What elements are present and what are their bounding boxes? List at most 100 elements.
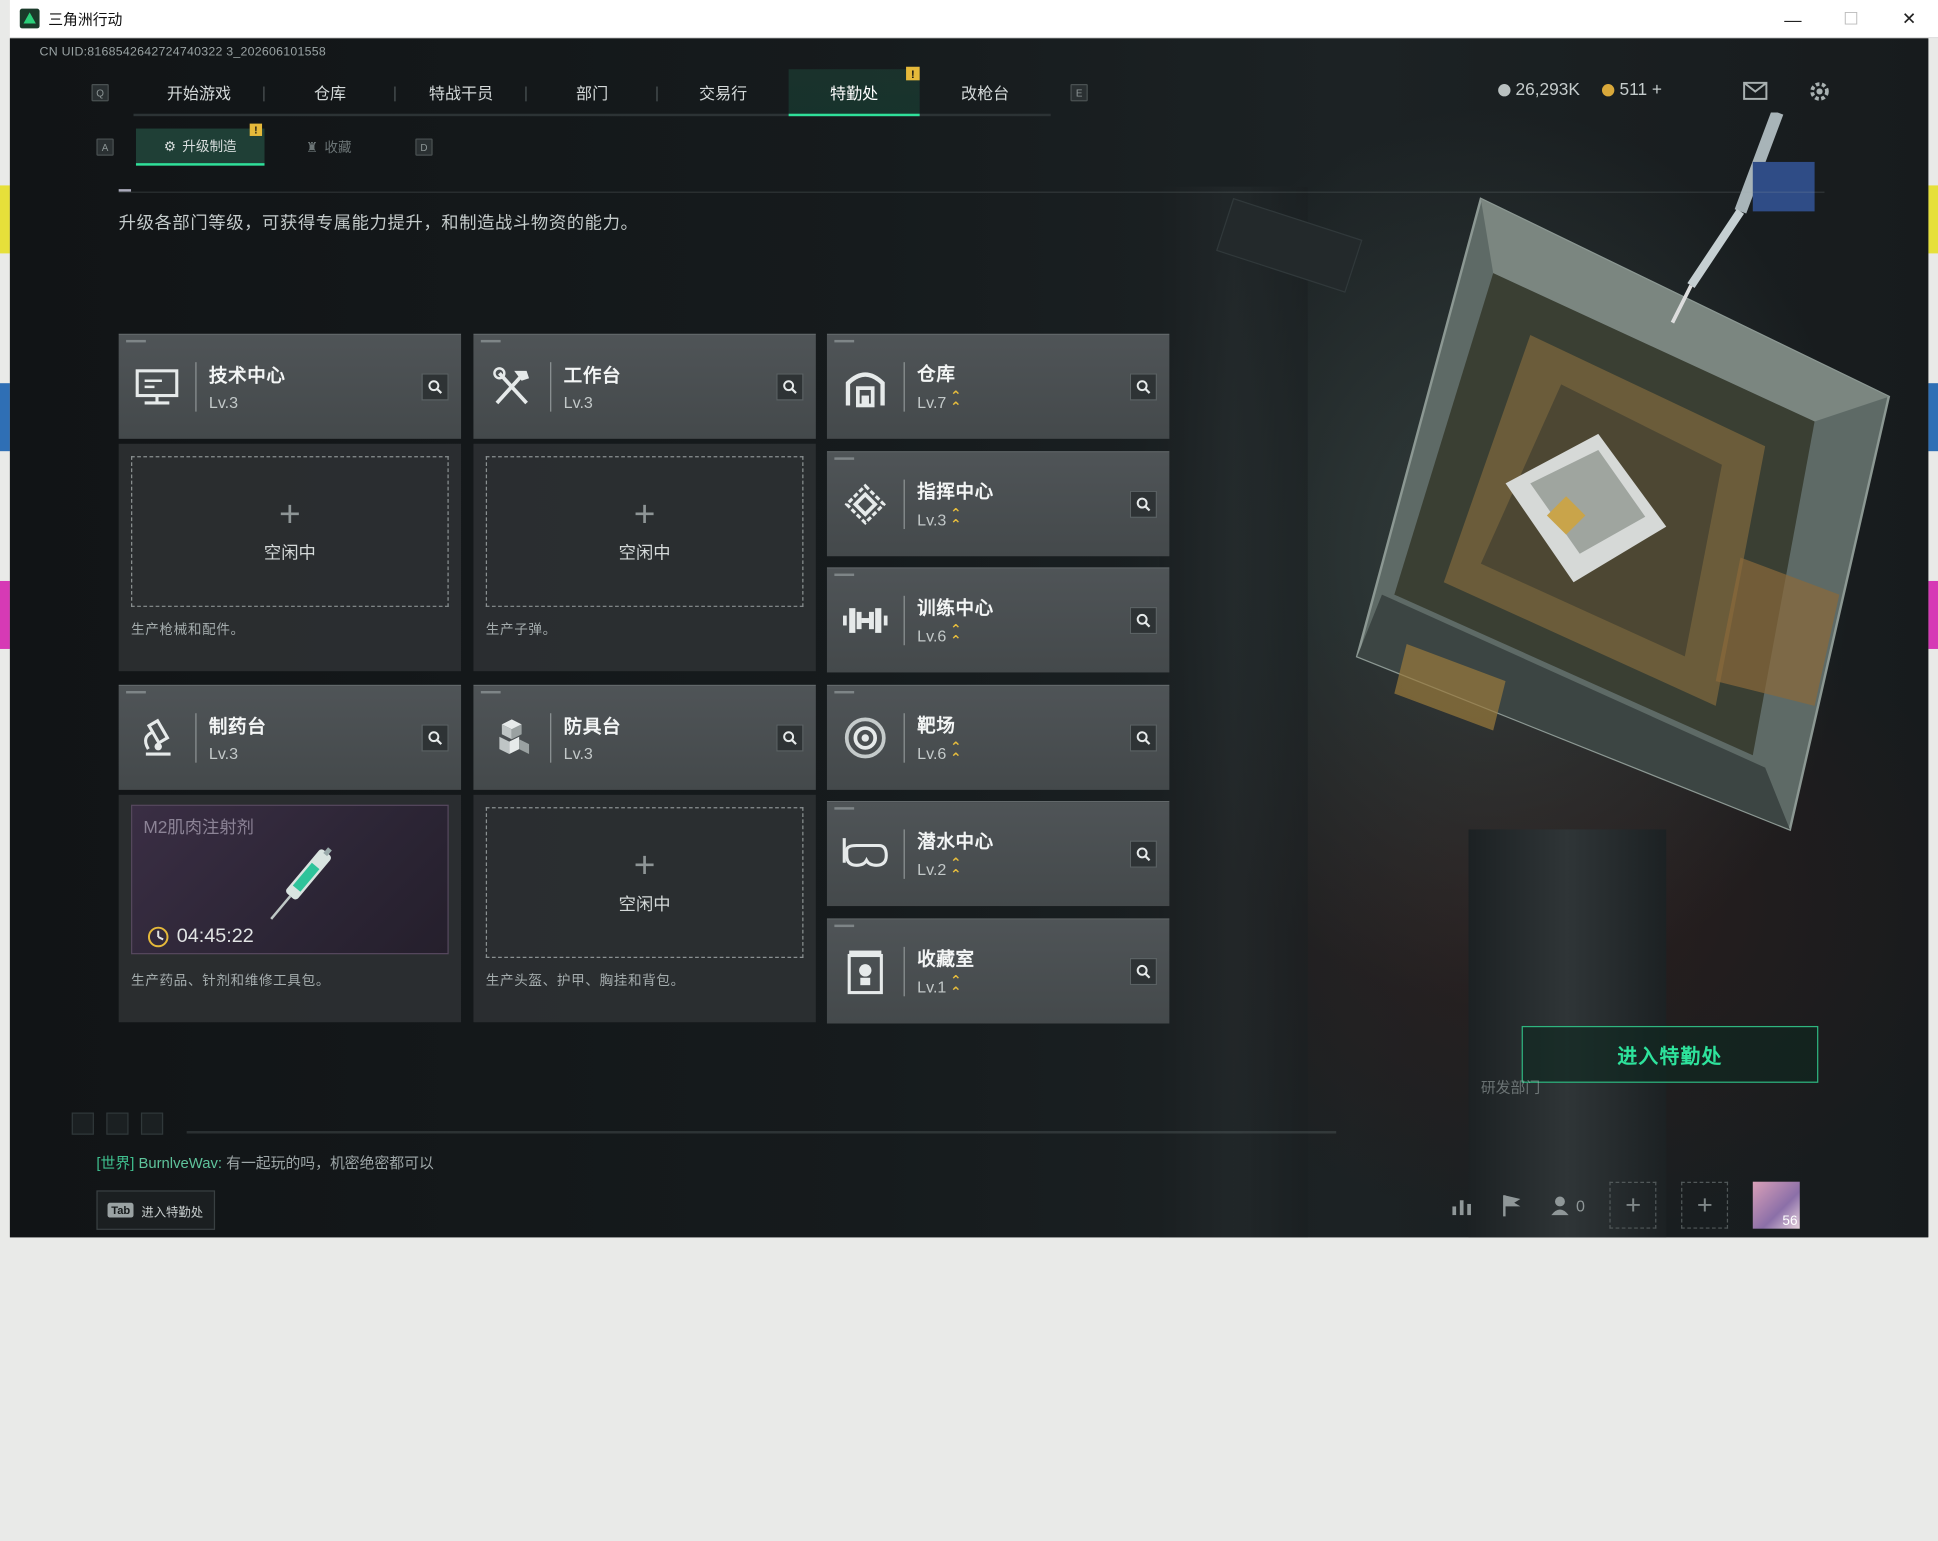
inspect-button[interactable] <box>776 373 804 401</box>
dept-card-diving-center[interactable]: 潜水中心 Lv.2 ⌃ ⌃ <box>826 800 1170 907</box>
slot-state: 空闲中 <box>263 542 316 563</box>
chat-username: BurnlveWav: <box>138 1154 222 1172</box>
add-icon: + <box>633 845 656 887</box>
add-slot-button[interactable]: + <box>1609 1181 1657 1229</box>
friends-count: 0 <box>1576 1195 1585 1215</box>
facility-level: Lv.3 <box>208 744 239 763</box>
dept-card-shooting-range[interactable]: 靶场 Lv.6 ⌃ ⌃ <box>826 684 1170 790</box>
minimize-button[interactable]: — <box>1764 0 1822 38</box>
inspect-button[interactable] <box>1129 840 1157 868</box>
slot-state: 空闲中 <box>618 893 671 914</box>
dept-card-collection-room[interactable]: 收藏室 Lv.1 ⌃ ⌃ <box>826 918 1170 1024</box>
magnifier-icon <box>1136 380 1151 394</box>
production-slot-armor-bench: + 空闲中 生产头盔、护甲、胸挂和背包。 <box>473 794 816 1023</box>
idle-slot[interactable]: + 空闲中 <box>485 456 804 607</box>
inspect-button[interactable] <box>1129 957 1157 986</box>
mail-icon[interactable] <box>1743 81 1768 102</box>
chat-channel-toggle[interactable] <box>71 1112 94 1135</box>
magnifier-icon <box>1136 731 1151 745</box>
facility-description: 生产药品、针剂和维修工具包。 <box>131 974 331 989</box>
nav-next-key[interactable]: E <box>1070 84 1088 102</box>
player-avatar[interactable]: 56 <box>1753 1181 1801 1229</box>
add-currency-button[interactable]: + <box>1652 79 1662 99</box>
inspect-button[interactable] <box>1129 373 1157 401</box>
tab-label: 特勤处 <box>830 83 879 102</box>
subtab-collection[interactable]: ♜ 收藏 <box>265 129 394 166</box>
tab-start-game[interactable]: 开始游戏 <box>133 69 265 113</box>
tab-trading[interactable]: 交易行 <box>658 69 789 113</box>
inspect-button[interactable] <box>1129 490 1157 518</box>
friends-button[interactable]: 0 <box>1549 1194 1585 1216</box>
facility-card-workbench[interactable]: 工作台 Lv.3 <box>473 333 816 439</box>
inspect-button[interactable] <box>421 373 449 401</box>
close-button[interactable]: ✕ <box>1880 0 1938 38</box>
nav-prev-key[interactable]: Q <box>91 84 109 102</box>
upgrade-available-icon: ⌃ ⌃ <box>950 855 962 882</box>
dept-name: 收藏室 <box>917 948 975 970</box>
idle-slot[interactable]: + 空闲中 <box>485 807 804 958</box>
dept-level: Lv.6 <box>917 744 947 763</box>
tab-key: Tab <box>107 1202 134 1218</box>
idle-slot[interactable]: + 空闲中 <box>131 456 449 607</box>
facility-level: Lv.3 <box>208 393 239 412</box>
subtab-upgrade-craft[interactable]: ⚙ 升级制造! <box>135 123 265 166</box>
dept-card-training-center[interactable]: 训练中心 Lv.6 ⌃ ⌃ <box>826 567 1170 673</box>
tab-hint-label: 进入特勤处 <box>141 1205 204 1220</box>
tab-hint-enter-special-ops[interactable]: Tab 进入特勤处 <box>96 1190 216 1230</box>
facility-level: Lv.3 <box>563 393 593 412</box>
inspect-button[interactable] <box>1129 606 1157 635</box>
magnifier-icon <box>1136 847 1151 862</box>
tab-gunsmith[interactable]: 改枪台 <box>920 69 1051 113</box>
tab-label: 交易行 <box>698 83 748 102</box>
silver-amount: 26,293K <box>1515 79 1580 99</box>
bottom-toolbar: 0 + + 56 <box>1450 1181 1801 1229</box>
gold-coin-icon <box>1602 84 1615 97</box>
window-title: 三角洲行动 <box>48 10 123 28</box>
facility-name: 制药台 <box>208 716 267 738</box>
maximize-button[interactable]: ☐ <box>1822 0 1880 38</box>
sub-nav: A ⚙ 升级制造! ♜ 收藏 D <box>96 123 433 166</box>
facility-card-tech-center[interactable]: 技术中心 Lv.3 <box>118 333 462 439</box>
tab-special-ops[interactable]: 特勤处! <box>788 66 920 117</box>
production-slot-workbench: + 空闲中 生产子弹。 <box>473 443 816 672</box>
enter-special-ops-button[interactable]: 进入特勤处 <box>1521 1025 1819 1083</box>
facility-card-pharmacy[interactable]: 制药台 Lv.3 <box>118 684 462 790</box>
app-logo-icon <box>19 8 40 29</box>
facility-description: 生产枪械和配件。 <box>131 622 245 638</box>
facility-card-armor-bench[interactable]: 防具台 Lv.3 <box>473 684 816 790</box>
inspect-button[interactable] <box>1129 724 1157 752</box>
avatar-level: 56 <box>1782 1213 1798 1229</box>
active-production-slot[interactable]: M2肌肉注射剂 04:45:22 <box>131 804 449 955</box>
flag-icon[interactable] <box>1499 1193 1524 1218</box>
magnifier-icon <box>783 731 797 745</box>
chat-channel-toggle[interactable] <box>106 1112 129 1135</box>
tab-label: 特战干员 <box>428 83 494 102</box>
warehouse-icon <box>827 334 904 439</box>
tab-warehouse[interactable]: 仓库 <box>265 69 396 113</box>
divider <box>118 191 1825 193</box>
subnav-prev-key[interactable]: A <box>96 138 114 156</box>
add-icon: + <box>279 494 301 536</box>
settings-gear-icon[interactable] <box>1807 79 1832 104</box>
dept-name: 潜水中心 <box>917 831 994 853</box>
chat-channel-toggle[interactable] <box>140 1112 164 1135</box>
background-window-strip <box>1928 185 1938 1236</box>
stats-chart-icon[interactable] <box>1450 1194 1475 1216</box>
dept-card-warehouse[interactable]: 仓库 Lv.7 ⌃ ⌃ <box>826 333 1170 439</box>
tab-operators[interactable]: 特战干员 <box>396 69 527 113</box>
dept-level: Lv.7 <box>917 393 947 412</box>
production-slot-tech-center: + 空闲中 生产枪械和配件。 <box>118 443 462 672</box>
subnav-next-key[interactable]: D <box>415 138 433 156</box>
production-item-name: M2肌肉注射剂 <box>143 817 254 837</box>
inspect-button[interactable] <box>776 724 804 752</box>
dept-watermark: 研发部门 <box>1480 1079 1541 1097</box>
add-slot-button[interactable]: + <box>1681 1181 1729 1229</box>
inspect-button[interactable] <box>421 724 449 752</box>
tab-departments[interactable]: 部门 <box>527 69 658 113</box>
dept-card-command-center[interactable]: 指挥中心 Lv.3 ⌃ ⌃ <box>826 451 1170 557</box>
robot-arm-artwork <box>1670 112 1815 324</box>
game-viewport: CN UID:8168542642724740322 3_20260610155… <box>9 38 1929 1238</box>
gold-currency: 511 + <box>1602 79 1662 99</box>
magnifier-icon <box>783 380 797 394</box>
chat-message[interactable]: [世界] BurnlveWav: 有一起玩的吗，机密绝密都可以 <box>96 1152 433 1173</box>
